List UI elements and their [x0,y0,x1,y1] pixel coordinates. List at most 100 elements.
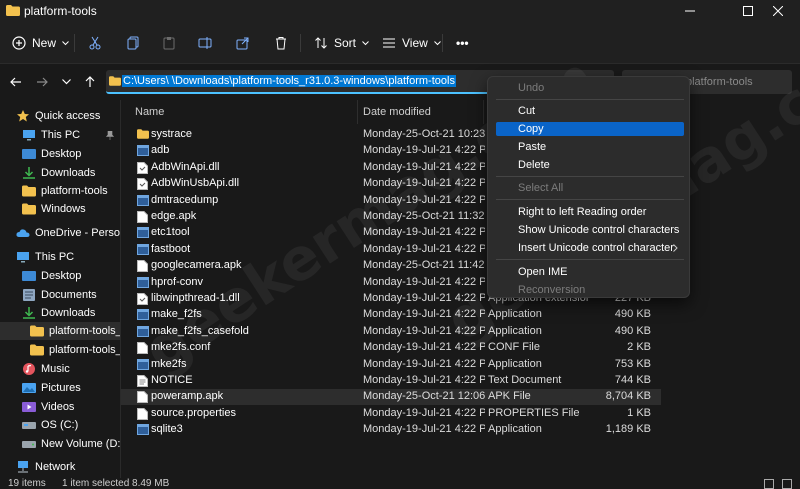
up-button[interactable] [80,72,100,92]
cut-button[interactable] [88,31,102,55]
menu-item-undo: Undo [518,82,545,94]
file-icon [137,342,148,355]
sidebar-item-platform-tools-r3[interactable]: platform-tools_r3 [0,341,120,359]
column-header-date[interactable]: Date modified [363,106,431,118]
file-name: make_f2fs_casefold [151,324,249,337]
sidebar-item-onedrive[interactable]: OneDrive - Personal [16,224,120,242]
arrow-up-icon [85,76,95,87]
new-button[interactable]: New [12,31,69,55]
file-date-modified: Monday-19-Jul-21 4:22 PM [363,144,485,157]
file-size: 1,189 KB [605,423,651,436]
chevron-down-icon [61,79,71,85]
more-label: ••• [456,36,469,50]
table-row[interactable]: mke2fs.conf Monday-19-Jul-21 4:22 PM CONF … [121,340,661,356]
menu-item-select-all: Select All [518,182,564,194]
dll-icon [137,293,148,305]
file-name: mke2fs.conf [151,341,211,354]
application-icon [137,358,149,370]
view-lines-icon [383,38,395,48]
sort-icon [315,37,327,49]
more-options-button[interactable]: ••• [456,31,469,55]
column-header-name[interactable]: Name [135,106,164,118]
clipboard-icon [163,37,175,50]
sidebar-item-platform-tools-r3-selected[interactable]: platform-tools_r3 [0,322,120,340]
new-label: New [32,36,57,50]
column-divider[interactable] [357,100,358,124]
menu-item-delete[interactable]: Delete [496,158,684,172]
music-icon [23,363,35,375]
menu-item-label: Insert Unicode control character [518,242,674,254]
folder-icon [137,129,149,139]
drive-icon [22,441,36,448]
share-button[interactable] [236,31,250,55]
file-date-modified: Monday-19-Jul-21 4:22 PM [363,341,485,354]
view-label: View [402,36,428,50]
star-icon [17,110,29,122]
table-row[interactable]: make_f2fs Monday-19-Jul-21 4:22 PM Applica… [121,307,661,323]
file-name: googlecamera.apk [151,259,242,272]
back-button[interactable] [6,72,26,92]
close-button[interactable] [756,0,800,22]
menu-item-cut[interactable]: Cut [496,104,684,118]
application-icon [137,424,149,436]
dll-icon [137,178,148,191]
menu-item-paste[interactable]: Paste [496,140,684,154]
sidebar-item-this-pc[interactable]: This PC [16,248,136,266]
chevron-down-icon [433,40,441,45]
file-date-modified: Monday-19-Jul-21 4:22 PM [363,374,485,386]
file-date-modified: Monday-19-Jul-21 4:22 PM [363,308,485,321]
sidebar-item-network[interactable]: Network [16,458,136,476]
file-icon [137,407,148,420]
file-size: 8,704 KB [605,390,651,403]
paste-button[interactable] [162,31,176,55]
chevron-down-icon [362,40,369,45]
details-view-toggle-icon[interactable] [764,479,774,489]
menu-separator [496,176,684,177]
menu-item-copy[interactable]: Copy [496,122,684,136]
file-name: etc1tool [151,226,190,239]
address-path-text[interactable]: C:\Users\ \Downloads\platform-tools_r31.… [122,75,456,87]
menu-item-reconversion: Reconversion [518,284,586,296]
file-name: make_f2fs [151,308,202,321]
table-row[interactable]: mke2fs Monday-19-Jul-21 4:22 PM Applicatio… [121,357,661,373]
menu-item-insert-unicode-control[interactable]: Insert Unicode control character [496,241,684,255]
file-icon [137,211,148,223]
table-row[interactable]: sqlite3 Monday-19-Jul-21 4:22 PM Applicati… [121,422,661,438]
recent-locations-button[interactable] [56,72,76,92]
file-icon [137,260,148,273]
table-row[interactable]: NOTICE Monday-19-Jul-21 4:22 PM Text Docum… [121,373,661,389]
file-date-modified: Monday-25-Oct-21 10:23 ... [363,128,485,140]
table-row[interactable]: poweramp.apk Monday-25-Oct-21 12:06 ... AP… [121,389,661,406]
file-size: 490 KB [614,324,651,337]
context-menu: Undo Cut Copy Paste Delete Select All Ri… [487,76,690,298]
rename-button[interactable] [198,31,212,55]
tiles-view-toggle-icon[interactable] [782,479,792,489]
file-date-modified: Monday-19-Jul-21 4:22 PM [363,292,485,304]
copy-icon [127,36,139,50]
file-name: systrace [151,128,192,140]
view-button[interactable]: View [382,31,441,55]
file-date-modified: Monday-25-Oct-21 12:06 ... [363,390,485,403]
menu-item-open-ime[interactable]: Open IME [496,265,684,279]
sidebar-item-quick-access[interactable]: Quick access [16,107,136,125]
table-row[interactable]: make_f2fs_casefold Monday-19-Jul-21 4:22 … [121,324,661,340]
pin-icon [106,130,114,140]
delete-button[interactable] [274,31,288,55]
copy-button[interactable] [126,31,140,55]
file-name: NOTICE [151,374,193,386]
file-date-modified: Monday-19-Jul-21 4:22 PM [363,226,485,239]
column-divider[interactable] [483,100,484,124]
desktop-folder-icon [22,271,36,281]
sort-button[interactable]: Sort [314,31,369,55]
application-icon [137,145,149,157]
pictures-icon [22,383,36,393]
file-size: 753 KB [614,357,651,370]
sidebar-item-this-pc-pinned[interactable]: This PC [22,126,120,144]
menu-item-rtl-reading-order[interactable]: Right to left Reading order [496,205,684,219]
menu-item-show-unicode-control[interactable]: Show Unicode control characters [496,223,684,237]
minimize-button[interactable] [668,0,712,22]
navigation-pane: Quick access This PC Desktop Downloads p… [0,100,124,478]
forward-button[interactable] [32,72,52,92]
file-name: libwinpthread-1.dll [151,292,240,304]
table-row[interactable]: source.properties Monday-19-Jul-21 4:22 P… [121,406,661,422]
